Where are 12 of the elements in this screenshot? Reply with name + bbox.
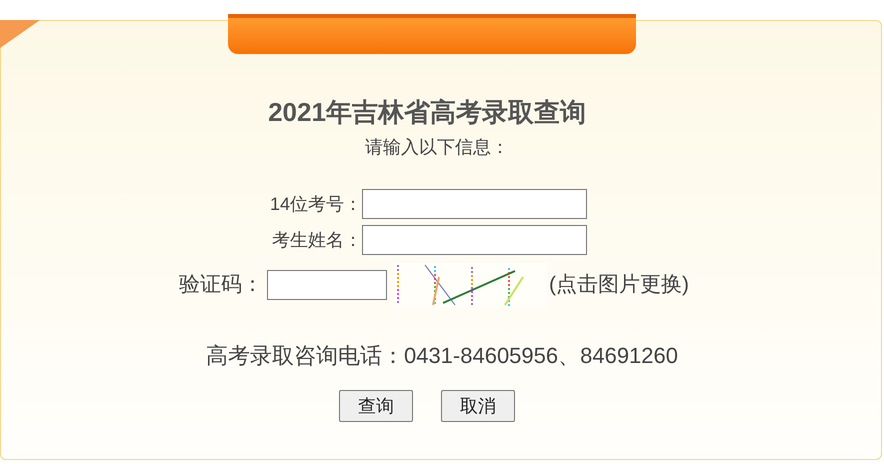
captcha-input[interactable] <box>267 270 387 300</box>
hotline-text: 高考录取咨询电话：0431-84605956、84691260 <box>206 342 678 370</box>
captcha-hint: (点击图片更换) <box>549 272 689 298</box>
query-button[interactable]: 查询 <box>339 390 413 422</box>
input-field[interactable] <box>362 225 587 255</box>
field-label: 14位考号： <box>268 192 362 216</box>
field-label: 考生姓名： <box>271 228 362 252</box>
page-title: 2021年吉林省高考录取查询 <box>268 96 586 129</box>
cancel-button[interactable]: 取消 <box>441 390 515 422</box>
field-label: 验证码： <box>179 272 263 298</box>
input-field[interactable] <box>362 189 587 219</box>
instruction-text: 请输入以下信息： <box>365 136 509 159</box>
